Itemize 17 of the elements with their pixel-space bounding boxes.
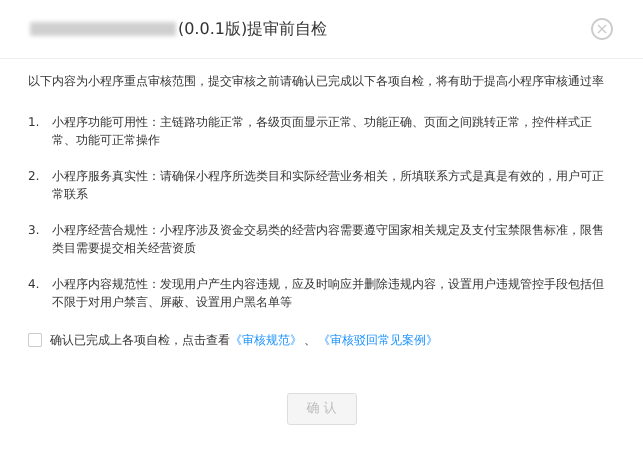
item-number: 2.: [28, 168, 40, 185]
intro-text: 以下内容为小程序重点审核范围，提交审核之前请确认已完成以下各项自检，将有助于提高小程序审核通过率: [28, 73, 605, 90]
check-item-text: 小程序服务真实性：请确保小程序所选类目和实际经营业务相关，所填联系方式是真是有效的，用户可正常联系: [52, 168, 605, 203]
link[interactable]: 《审核规范》: [230, 331, 302, 349]
item-number: 3.: [28, 222, 40, 239]
dialog-title: (0.0.1版)提审前自检: [178, 18, 328, 40]
check-item-text: 小程序功能可用性：主链路功能正常，各级页面显示正常、功能正确、页面之间跳转正常，控件样式正常、功能可正常操作: [52, 114, 593, 149]
check-item-text: 小程序内容规范性：发现用户产生内容违规，应及时响应并删除违规内容，设置用户违规管控手段包括但不限于对用户禁言、屏蔽、设置用户黑名单等: [52, 276, 605, 311]
confirm-label: 确认已完成上各项自检，点击查看: [50, 332, 230, 349]
confirm-checkbox[interactable]: [28, 333, 42, 347]
separator: 、: [304, 332, 316, 349]
close-button[interactable]: [591, 18, 613, 40]
close-icon: [597, 24, 607, 34]
item-number: 4.: [28, 276, 40, 293]
item-number: 1.: [28, 114, 40, 131]
check-item-text: 小程序经营合规性：小程序涉及资金交易类的经营内容需要遵守国家相关规定及支付宝禁限售标准，限售类目需要提交相关经营资质: [52, 222, 605, 257]
link[interactable]: 《审核驳回常见案例》: [318, 331, 438, 349]
